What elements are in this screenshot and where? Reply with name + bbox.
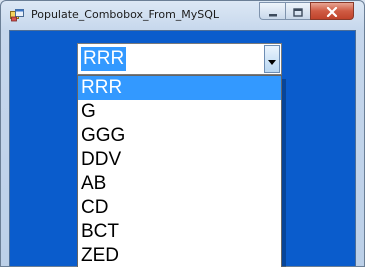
minimize-icon [268,2,278,21]
combobox-dropdown-list[interactable]: RRR G GGG DDV AB CD BCT ZED [77,75,282,267]
dropdown-shadow [282,79,286,267]
title-bar[interactable]: Populate_Combobox_From_MySQL [1,1,364,31]
window-title: Populate_Combobox_From_MySQL [31,8,220,21]
close-icon [326,2,338,21]
list-item[interactable]: G [78,100,281,124]
minimize-button[interactable] [259,2,285,20]
list-item[interactable]: ZED [78,244,281,267]
list-item[interactable]: BCT [78,220,281,244]
list-item[interactable]: GGG [78,124,281,148]
list-item[interactable]: RRR [78,76,281,100]
combobox-dropdown-button[interactable] [264,45,280,73]
list-item[interactable]: AB [78,172,281,196]
maximize-button[interactable] [285,2,310,20]
list-item[interactable]: DDV [78,148,281,172]
maximize-icon [293,2,303,21]
close-button[interactable] [310,2,354,20]
chevron-down-icon [268,50,276,69]
app-window-icon [10,7,24,22]
list-item[interactable]: CD [78,196,281,220]
item-combobox[interactable]: RRR [77,43,282,75]
combobox-selected-value[interactable]: RRR [81,47,127,71]
